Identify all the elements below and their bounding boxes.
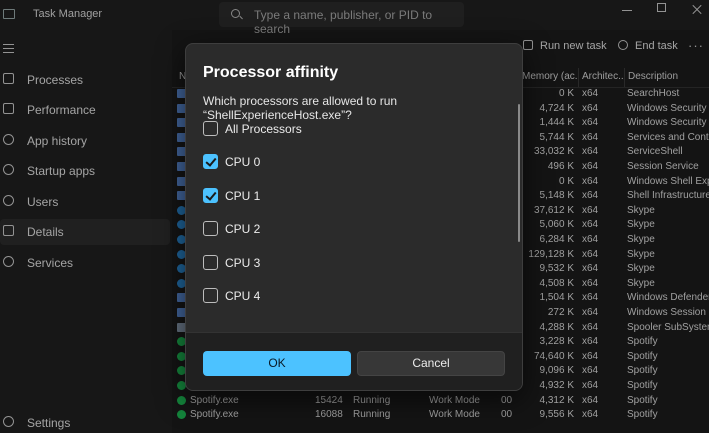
processor-affinity-dialog: Processor affinity Which processors are …	[185, 43, 523, 391]
checkbox-all-processors[interactable]	[203, 121, 218, 136]
option-label: CPU 1	[225, 189, 261, 203]
option-label: CPU 2	[225, 222, 261, 236]
dialog-footer: OK Cancel	[186, 332, 522, 390]
checkbox-cpu-1[interactable]	[203, 188, 218, 203]
checkbox-cpu-3[interactable]	[203, 255, 218, 270]
checkbox-cpu-0[interactable]	[203, 154, 218, 169]
option-cpu-2[interactable]: CPU 2	[203, 220, 503, 238]
checkbox-cpu-4[interactable]	[203, 288, 218, 303]
dialog-title: Processor affinity	[203, 64, 339, 81]
dialog-question: Which processors are allowed to run “She…	[203, 94, 398, 122]
option-label: CPU 3	[225, 256, 261, 270]
option-cpu-4[interactable]: CPU 4	[203, 287, 503, 305]
option-cpu-0[interactable]: CPU 0	[203, 153, 503, 171]
option-label: CPU 4	[225, 289, 261, 303]
option-cpu-3[interactable]: CPU 3	[203, 254, 503, 272]
option-label: All Processors	[225, 122, 302, 136]
checkbox-cpu-2[interactable]	[203, 221, 218, 236]
cancel-button[interactable]: Cancel	[357, 351, 505, 376]
option-all-processors[interactable]: All Processors	[203, 120, 503, 138]
ok-button[interactable]: OK	[203, 351, 351, 376]
option-cpu-1[interactable]: CPU 1	[203, 187, 503, 205]
dialog-scrollbar[interactable]	[518, 104, 520, 242]
option-label: CPU 0	[225, 155, 261, 169]
